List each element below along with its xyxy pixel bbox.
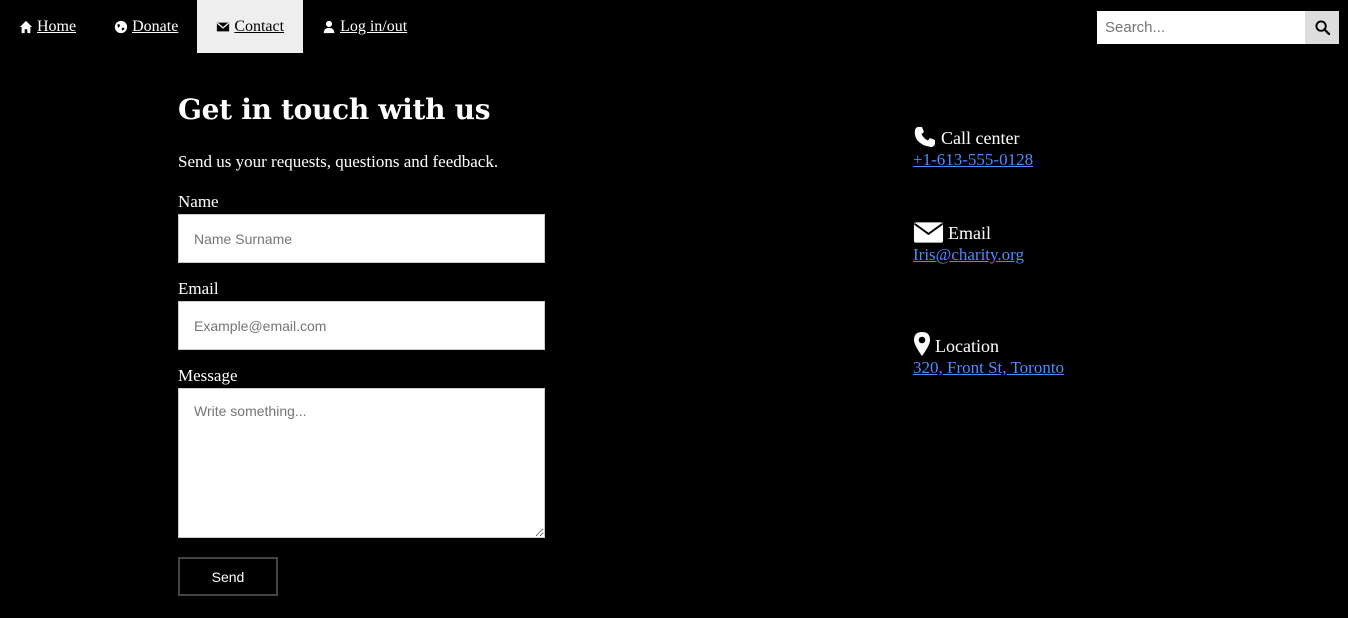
email-heading: Email (913, 220, 1024, 244)
search-button[interactable] (1305, 11, 1339, 44)
envelope-icon (913, 220, 944, 244)
message-field[interactable] (178, 388, 545, 538)
search-icon (1314, 20, 1330, 35)
email-link[interactable]: Iris@charity.org (913, 244, 1024, 266)
home-icon (19, 20, 33, 34)
location-heading: Location (913, 331, 1064, 357)
nav-item-contact[interactable]: Contact (197, 0, 304, 53)
call-center-heading: Call center (913, 125, 1033, 149)
location-link[interactable]: 320, Front St, Toronto (913, 357, 1064, 379)
search-input[interactable] (1097, 11, 1305, 44)
globe-icon (114, 20, 128, 34)
call-center-block: Call center +1-613-555-0128 (913, 125, 1033, 171)
name-label: Name (178, 192, 219, 211)
page-subtitle: Send us your requests, questions and fee… (178, 152, 499, 171)
message-label: Message (178, 366, 238, 385)
contact-page: Home Donate Contact Log in/out Search...… (0, 0, 1348, 618)
email-field[interactable] (178, 301, 545, 350)
user-icon (322, 20, 336, 34)
phone-link[interactable]: +1-613-555-0128 (913, 149, 1033, 171)
nav-label-home: Home (37, 17, 77, 35)
location-block: Location 320, Front St, Toronto (913, 331, 1064, 379)
nav-item-home[interactable]: Home (0, 0, 95, 53)
nav-label-login: Log in/out (340, 17, 408, 35)
email-label-info: Email (948, 223, 991, 243)
nav-item-donate[interactable]: Donate (95, 0, 197, 53)
location-label: Location (935, 336, 999, 356)
call-center-label: Call center (941, 128, 1020, 148)
name-field[interactable] (178, 214, 545, 263)
phone-icon (913, 125, 937, 149)
top-navigation: Home Donate Contact Log in/out (0, 0, 426, 53)
search-bar (1097, 11, 1339, 44)
nav-item-login[interactable]: Log in/out (303, 0, 426, 53)
envelope-icon (216, 20, 230, 34)
contact-form-section: Get in touch with us Send us your reques… (178, 88, 578, 596)
map-marker-icon (913, 331, 931, 357)
email-block: Email Iris@charity.org (913, 220, 1024, 266)
nav-label-contact: Contact (234, 17, 285, 35)
send-button[interactable]: Send (178, 557, 278, 596)
nav-label-donate: Donate (132, 17, 179, 35)
page-title: Get in touch with us (178, 93, 491, 126)
email-label: Email (178, 279, 219, 298)
